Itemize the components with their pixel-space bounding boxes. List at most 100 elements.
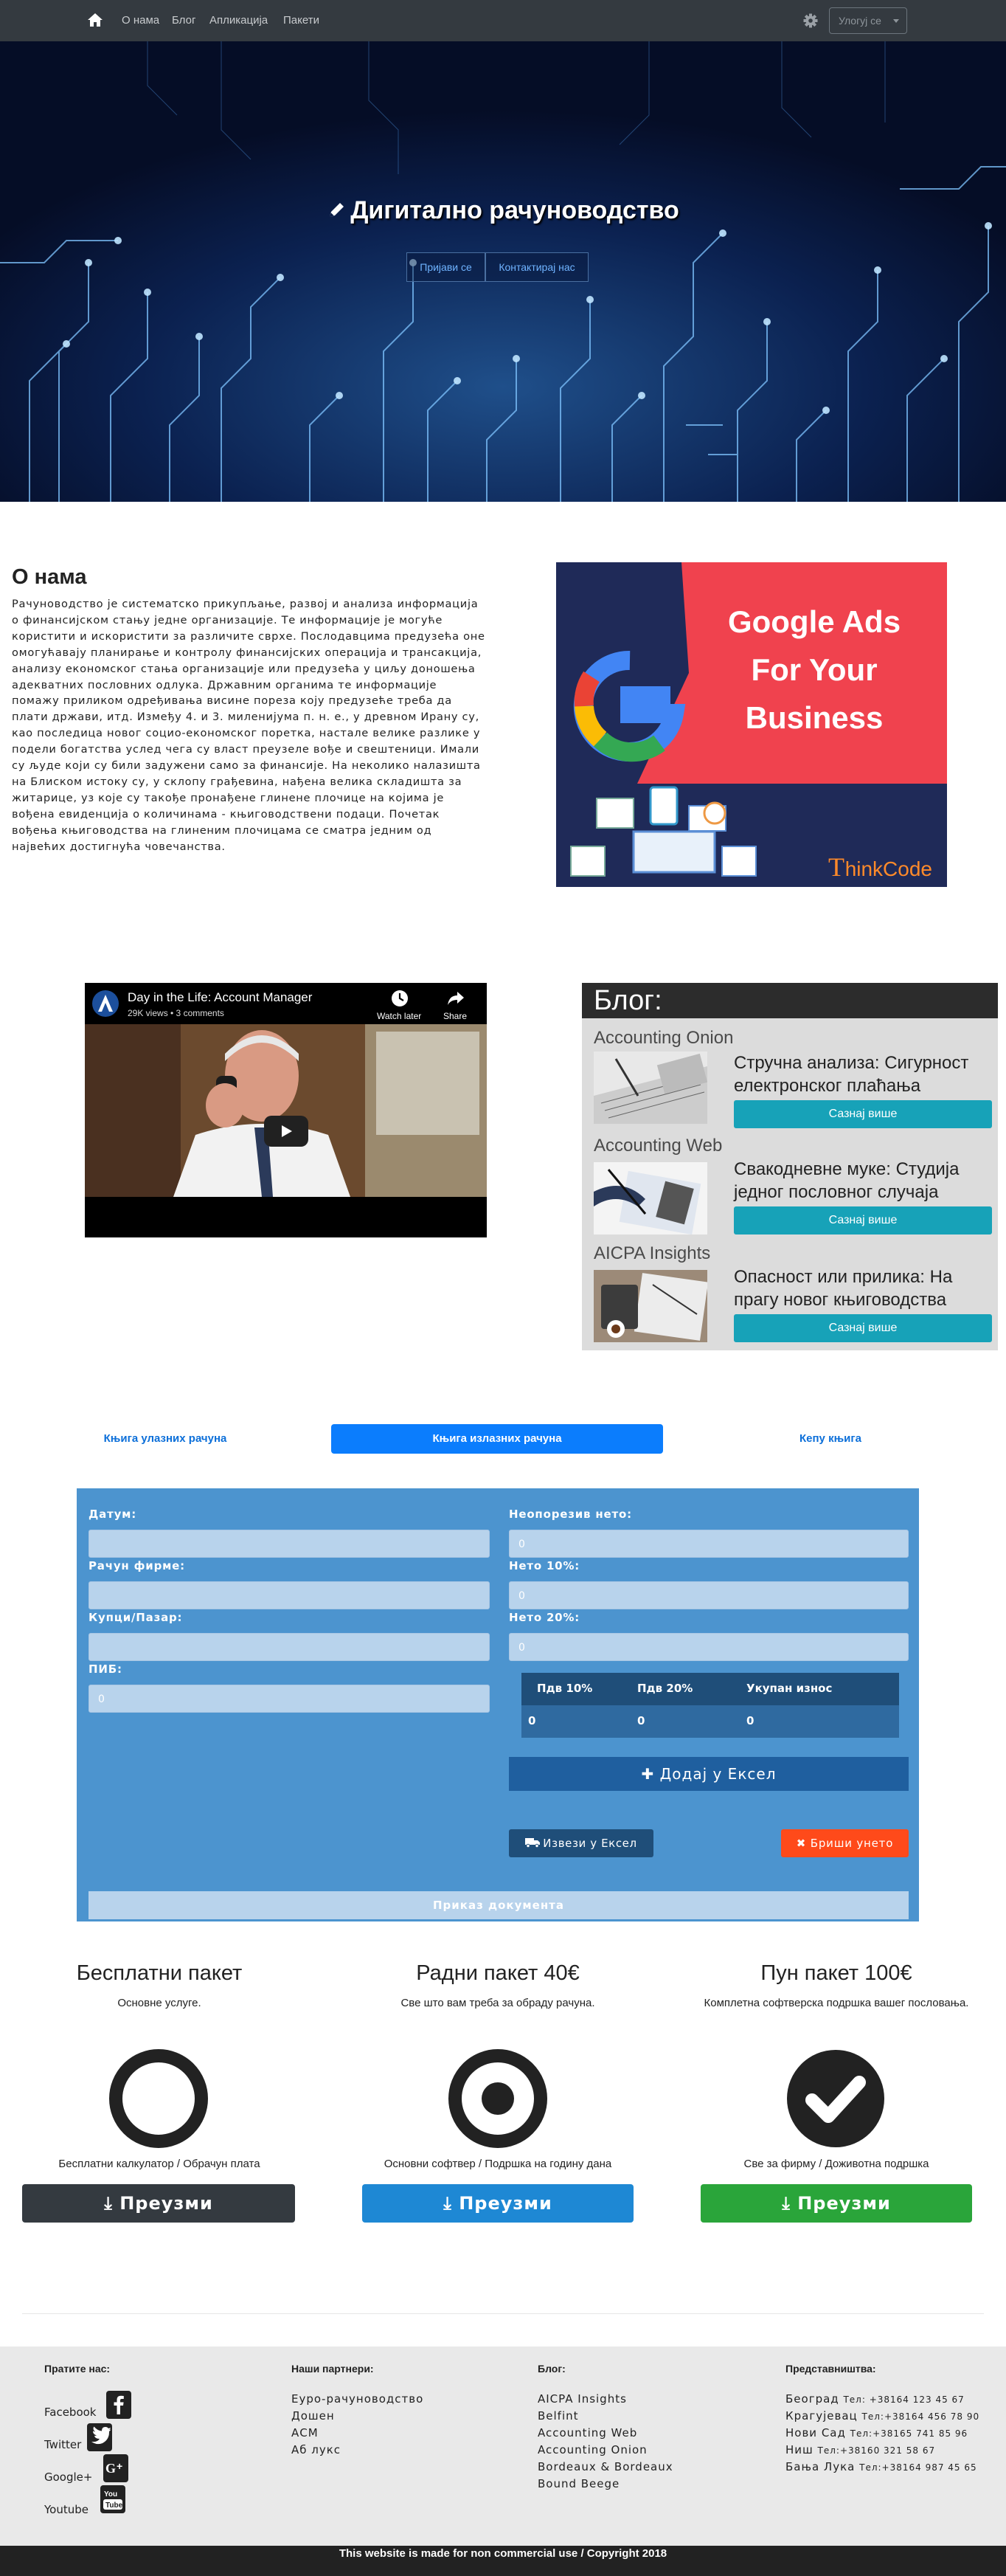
company-account-field[interactable] — [89, 1581, 490, 1609]
play-button[interactable] — [264, 1116, 308, 1147]
tab-outgoing-invoices[interactable]: Књига излазних рачуна — [331, 1424, 663, 1454]
download-button-free[interactable]: ⤓ Преузми — [22, 2184, 295, 2223]
blog-source-1[interactable]: Accounting Onion — [594, 1028, 733, 1049]
nav-link-blog[interactable]: Блог — [172, 14, 195, 27]
read-more-button-1[interactable]: Сазнај више — [734, 1100, 992, 1128]
dot-circle-icon — [448, 2049, 547, 2148]
net-10-field[interactable]: 0 — [509, 1581, 909, 1609]
read-more-button-2[interactable]: Сазнај више — [734, 1206, 992, 1235]
google-ads-banner-image: Google Ads For Your Business hinkCode T — [556, 562, 947, 887]
contact-button[interactable]: Контактирај нас — [485, 252, 589, 282]
total-value: 0 — [746, 1714, 754, 1727]
vat-20-header: Пдв 20% — [637, 1682, 693, 1695]
download-label-free: Преузми — [119, 2193, 213, 2214]
office-phone: Тел:+38160 321 58 67 — [817, 2445, 936, 2456]
clock-icon[interactable] — [390, 989, 409, 1008]
blog-links-heading: Блог: — [538, 2363, 566, 2375]
blog-thumb-3[interactable] — [594, 1270, 707, 1342]
show-document-button[interactable]: Приказ документа — [89, 1891, 909, 1919]
twitter-link[interactable]: Twitter — [44, 2438, 81, 2451]
blog-source-3[interactable]: AICPA Insights — [594, 1243, 710, 1264]
video-meta: 29K views • 3 comments — [128, 1008, 224, 1018]
svg-text:You: You — [104, 2490, 117, 2499]
share-icon[interactable] — [447, 990, 465, 1006]
svg-text:G: G — [105, 2461, 116, 2476]
blog-link[interactable]: Accounting Onion — [538, 2443, 648, 2456]
tab-kepu-book[interactable]: Кепу књига — [742, 1424, 919, 1454]
office-phone: Тел:+38165 741 85 96 — [850, 2428, 968, 2439]
google-plus-icon[interactable]: G + — [103, 2454, 128, 2482]
download-label-work: Преузми — [459, 2193, 552, 2214]
banner-line-2: For Your — [751, 652, 877, 687]
youtube-icon[interactable]: You Tube — [100, 2485, 125, 2513]
plus-icon: ✚ — [641, 1765, 655, 1783]
blog-title-1[interactable]: Стручна анализа: Сигурност електронског … — [734, 1052, 992, 1097]
add-to-excel-button[interactable]: ✚ Додај у Ексел — [509, 1757, 909, 1791]
login-dropdown[interactable]: Улогуј се — [829, 7, 907, 34]
package-feature-work: Основни софтвер / Подршка на годину дана — [384, 2158, 612, 2170]
office-item: Бања Лука Тел:+38164 987 45 65 — [785, 2460, 977, 2473]
clear-input-button[interactable]: ✖ Бриши унето — [781, 1829, 909, 1857]
about-text: Рачуноводство је систематско прикупљање,… — [12, 598, 485, 853]
office-item: Ниш Тел:+38160 321 58 67 — [785, 2443, 935, 2456]
office-item: Крагујевац Тел:+38164 456 78 90 — [785, 2409, 979, 2423]
blog-link[interactable]: Bound Beege — [538, 2477, 620, 2490]
home-icon[interactable] — [87, 12, 103, 28]
copyright-text: This website is made for non commercial … — [339, 2547, 667, 2560]
facebook-icon[interactable] — [106, 2391, 131, 2419]
net-20-field[interactable]: 0 — [509, 1633, 909, 1661]
office-item: Нови Сад Тел:+38165 741 85 96 — [785, 2426, 968, 2439]
vat-20-value: 0 — [637, 1714, 645, 1727]
export-excel-label: Извези у Ексел — [543, 1837, 637, 1850]
empty-circle-icon — [109, 2049, 208, 2148]
twitter-icon[interactable] — [87, 2423, 112, 2451]
nav-link-packages[interactable]: Пакети — [283, 14, 319, 27]
add-to-excel-label: Додај у Ексел — [659, 1765, 777, 1783]
package-feature-free: Бесплатни калкулатор / Обрачун плата — [58, 2158, 260, 2170]
facebook-link[interactable]: Facebook — [44, 2406, 96, 2419]
footer: Пратите нас: Facebook Twitter Google+ G +… — [0, 2347, 1006, 2546]
package-title-full: Пун пакет 100€ — [760, 1961, 912, 1985]
partner-link[interactable]: Дошен — [291, 2409, 335, 2423]
download-button-work[interactable]: ⤓ Преузми — [362, 2184, 634, 2223]
blog-link[interactable]: Accounting Web — [538, 2426, 637, 2439]
google-plus-link[interactable]: Google+ — [44, 2470, 92, 2484]
customers-field[interactable] — [89, 1633, 490, 1661]
partner-link[interactable]: АСМ — [291, 2426, 319, 2439]
nav-link-app[interactable]: Апликација — [209, 14, 268, 27]
pib-field[interactable]: 0 — [89, 1685, 490, 1713]
hero-title: Дигитално рачуноводство — [0, 196, 1006, 225]
blog-link[interactable]: AICPA Insights — [538, 2392, 627, 2406]
register-button[interactable]: Пријави се — [406, 252, 485, 282]
blog-source-2[interactable]: Accounting Web — [594, 1136, 722, 1156]
date-field[interactable] — [89, 1530, 490, 1558]
blog-title-2[interactable]: Свакодневне муке: Студија једног пословн… — [734, 1158, 992, 1204]
untaxed-net-field[interactable]: 0 — [509, 1530, 909, 1558]
partner-link[interactable]: Еуро-рачуноводство — [291, 2392, 423, 2406]
partner-link[interactable]: Аб лукс — [291, 2443, 341, 2456]
hero-section: Дигитално рачуноводство Пријави се Конта… — [0, 41, 1006, 502]
blog-link[interactable]: Belfint — [538, 2409, 579, 2423]
package-subtitle-work: Све што вам треба за обраду рачуна. — [400, 1997, 595, 2009]
untaxed-net-label: Неопорезив нето: — [509, 1508, 632, 1521]
blog-title-3[interactable]: Опасност или прилика: На прагу новог књи… — [734, 1265, 992, 1311]
gear-icon[interactable] — [802, 13, 819, 29]
download-button-full[interactable]: ⤓ Преузми — [701, 2184, 972, 2223]
video-player[interactable]: Day in the Life: Account Manager 29K vie… — [85, 983, 487, 1237]
blog-thumb-1[interactable] — [594, 1052, 707, 1124]
video-title-bar: Day in the Life: Account Manager 29K vie… — [85, 983, 487, 1024]
video-title[interactable]: Day in the Life: Account Manager — [128, 990, 312, 1005]
tab-incoming-invoices[interactable]: Књига улазних рачуна — [77, 1424, 254, 1454]
svg-text:+: + — [117, 2460, 122, 2472]
youtube-link[interactable]: Youtube — [44, 2503, 89, 2516]
net-10-label: Нето 10%: — [509, 1559, 580, 1572]
export-excel-button[interactable]: Извези у Ексел — [509, 1829, 653, 1857]
login-label: Улогуј се — [839, 15, 881, 27]
top-navbar: О нама Блог Апликација Пакети Улогуј се — [0, 0, 1006, 41]
package-subtitle-free: Основне услуге. — [117, 1997, 201, 2009]
vat-10-header: Пдв 10% — [537, 1682, 593, 1695]
blog-thumb-2[interactable] — [594, 1162, 707, 1235]
read-more-button-3[interactable]: Сазнај више — [734, 1314, 992, 1342]
nav-link-about[interactable]: О нама — [122, 14, 159, 27]
blog-link[interactable]: Bordeaux & Bordeaux — [538, 2460, 673, 2473]
